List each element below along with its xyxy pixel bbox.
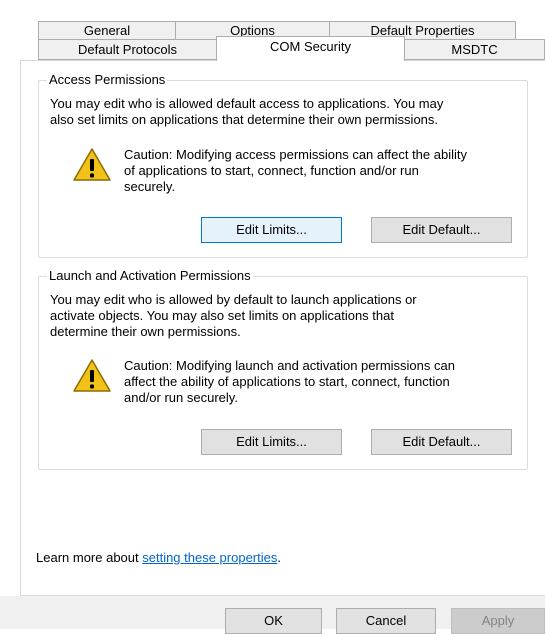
access-edit-default-button[interactable]: Edit Default... [371, 217, 512, 243]
warning-icon [73, 148, 111, 181]
tab-com-security[interactable]: COM Security [216, 36, 405, 61]
apply-button[interactable]: Apply [451, 608, 545, 634]
access-permissions-title: Access Permissions [47, 72, 168, 88]
launch-edit-limits-button[interactable]: Edit Limits... [201, 429, 342, 455]
access-caution-line-2: of applications to start, connect, funct… [124, 163, 419, 178]
learn-more-suffix: . [277, 550, 281, 565]
learn-more-text: Learn more about setting these propertie… [36, 550, 281, 566]
access-description: You may edit who is allowed default acce… [50, 96, 443, 128]
launch-description-line-1: You may edit who is allowed by default t… [50, 292, 417, 307]
cancel-button[interactable]: Cancel [336, 608, 436, 634]
launch-edit-default-button[interactable]: Edit Default... [371, 429, 512, 455]
access-caution: Caution: Modifying access permissions ca… [124, 147, 467, 195]
tab-general[interactable]: General [38, 21, 176, 40]
learn-more-prefix: Learn more about [36, 550, 143, 565]
ok-button[interactable]: OK [225, 608, 322, 634]
learn-more-link[interactable]: setting these properties [142, 550, 277, 565]
tab-msdtc[interactable]: MSDTC [404, 39, 545, 60]
access-caution-line-3: securely. [124, 179, 176, 194]
access-description-line-2: also set limits on applications that det… [50, 112, 439, 127]
access-description-line-1: You may edit who is allowed default acce… [50, 96, 444, 111]
launch-description: You may edit who is allowed by default t… [50, 292, 417, 340]
launch-description-line-2: activate objects. You may also set limit… [50, 308, 394, 323]
launch-permissions-title: Launch and Activation Permissions [47, 268, 253, 284]
launch-caution: Caution: Modifying launch and activation… [124, 358, 455, 406]
tab-default-protocols[interactable]: Default Protocols [38, 39, 217, 60]
access-edit-limits-button[interactable]: Edit Limits... [201, 217, 342, 243]
launch-caution-line-1: Caution: Modifying launch and activation… [124, 358, 455, 373]
launch-caution-line-3: and/or run securely. [124, 390, 238, 405]
warning-icon [73, 359, 111, 392]
launch-caution-line-2: affect the ability of applications to st… [124, 374, 450, 389]
launch-description-line-3: determine their own permissions. [50, 324, 241, 339]
access-caution-line-1: Caution: Modifying access permissions ca… [124, 147, 467, 162]
